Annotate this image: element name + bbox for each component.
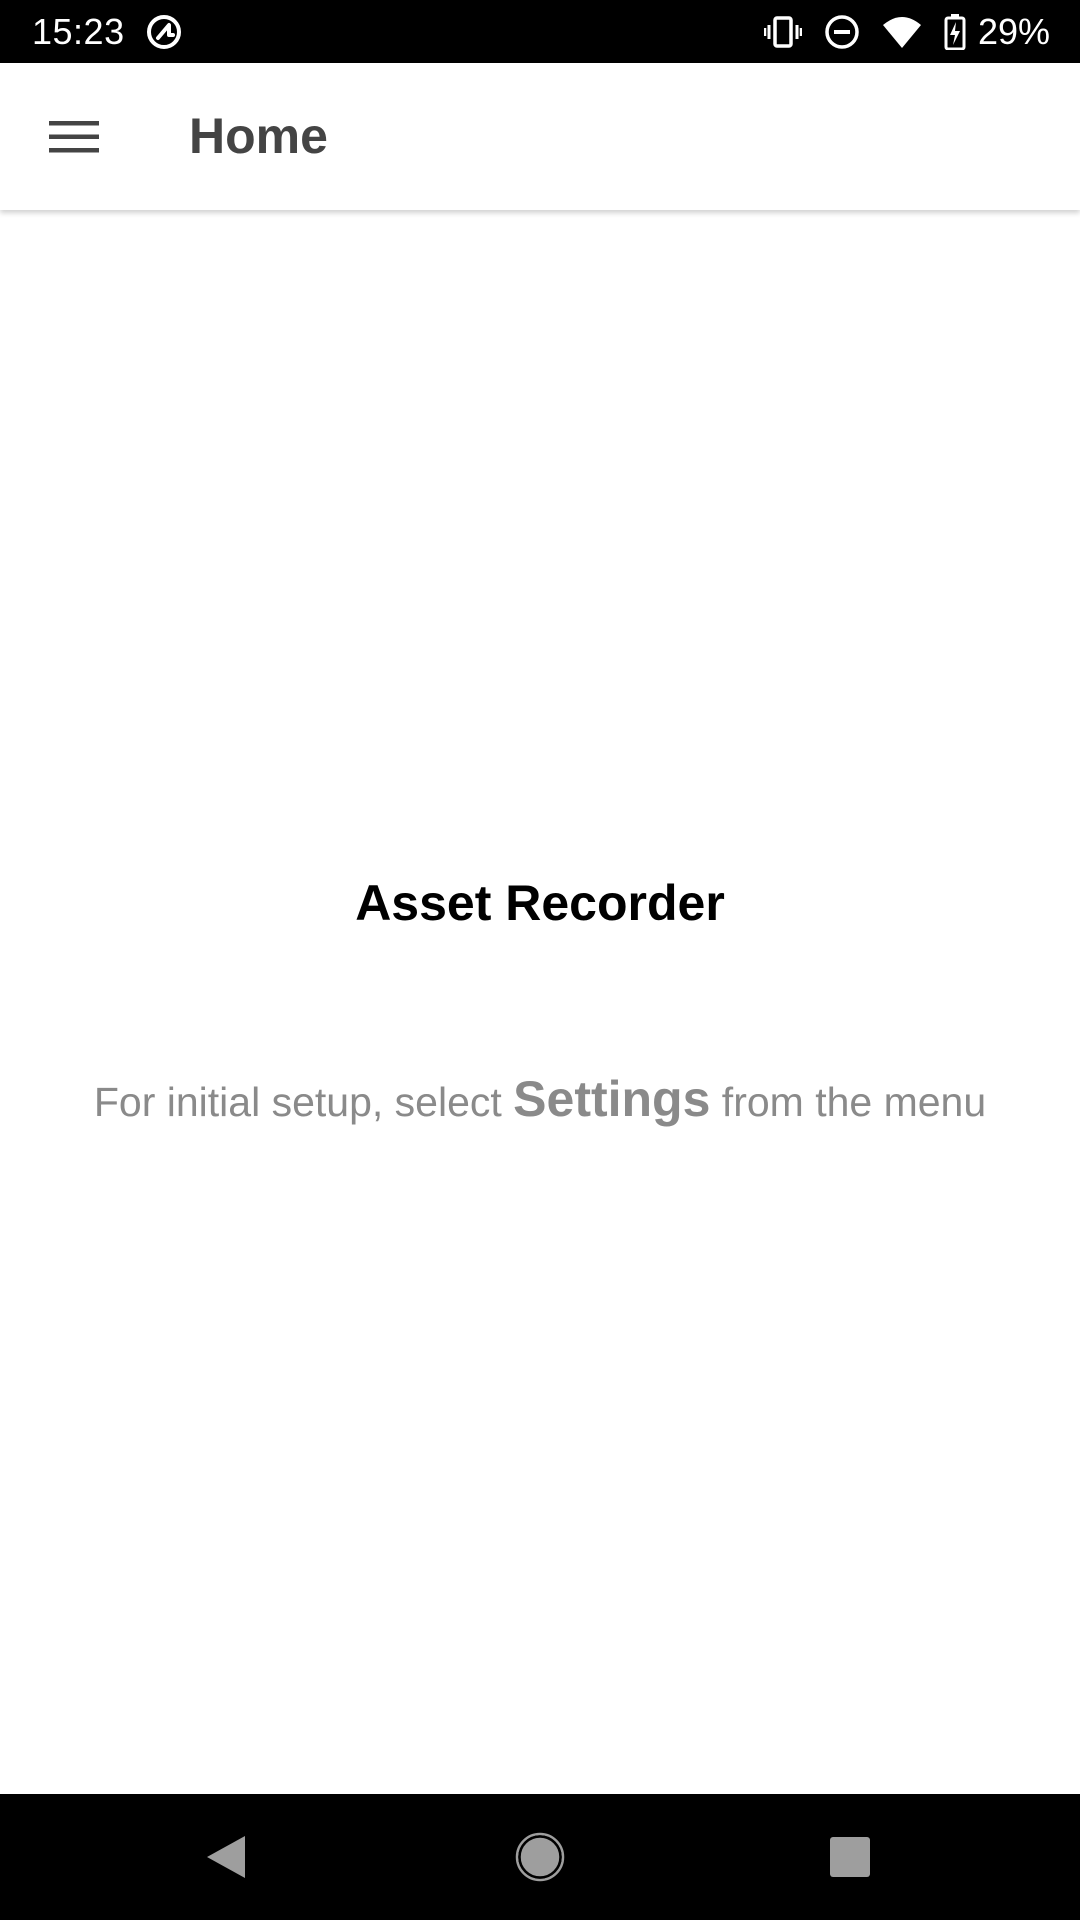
recents-button[interactable] — [780, 1794, 920, 1920]
status-time: 15:23 — [32, 11, 125, 52]
battery-percent: 29% — [977, 11, 1050, 52]
setup-hint-prefix: For initial setup, select — [93, 1079, 514, 1125]
setup-hint: For initial setup, select Settings from … — [0, 1070, 1080, 1128]
main-content: Asset Recorder For initial setup, select… — [0, 210, 1080, 1794]
page-title: Home — [189, 108, 328, 164]
at-sign-icon — [147, 15, 181, 49]
navigation-bar — [0, 1794, 1080, 1920]
battery-charging-icon — [944, 13, 966, 50]
setup-hint-settings: Settings — [513, 1071, 711, 1127]
menu-button[interactable] — [26, 93, 122, 181]
screen: 15:23 29% Home Asset Recorder For initia… — [0, 0, 1080, 1920]
app-name-heading: Asset Recorder — [355, 875, 725, 931]
setup-hint-suffix: from the menu — [710, 1079, 987, 1125]
back-icon — [207, 1836, 245, 1878]
hamburger-menu-icon — [49, 121, 99, 153]
recents-icon — [830, 1837, 870, 1877]
status-bar: 15:23 29% — [0, 0, 1080, 63]
home-icon — [515, 1832, 565, 1882]
status-icons: 29% — [763, 0, 1050, 63]
app-bar: Home — [0, 63, 1080, 210]
home-button[interactable] — [470, 1794, 610, 1920]
wifi-icon — [882, 16, 921, 48]
do-not-disturb-icon — [825, 14, 859, 49]
back-button[interactable] — [156, 1794, 296, 1920]
vibrate-icon — [763, 15, 802, 48]
